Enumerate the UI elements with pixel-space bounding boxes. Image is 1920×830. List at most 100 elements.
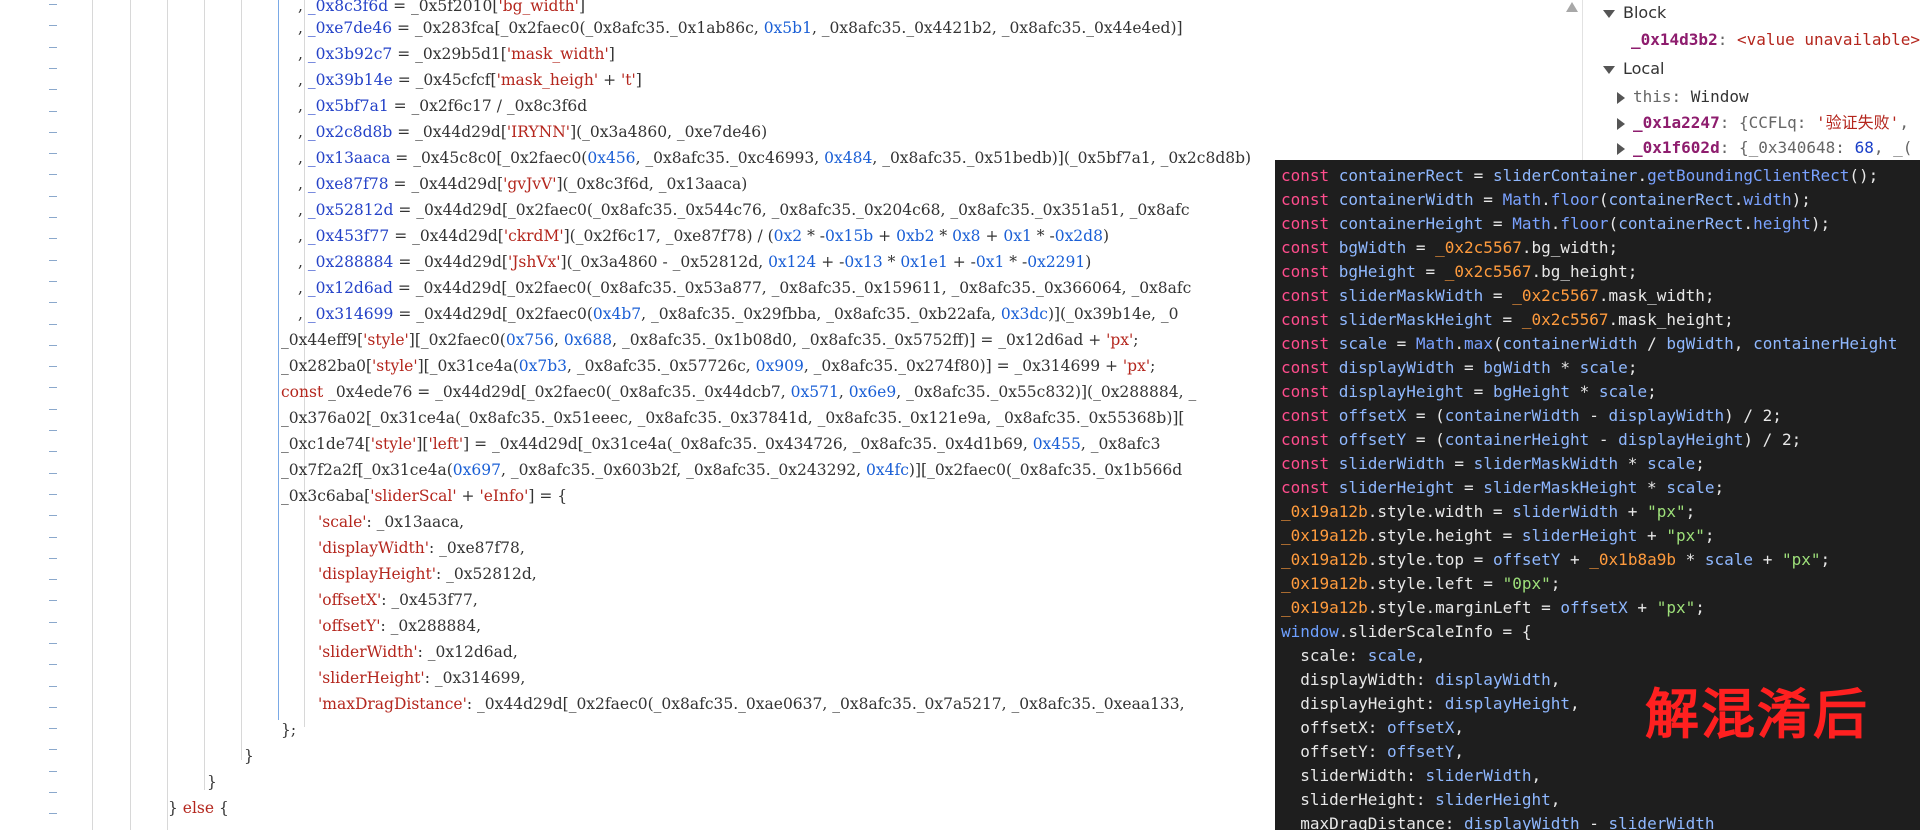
code-token: _0x39b14e (307, 71, 393, 89)
code-token: = (392, 19, 415, 37)
gutter-fold-marker (49, 174, 57, 175)
deobfuscated-code-line: window.sliderScaleInfo = { (1281, 620, 1531, 644)
code-line: , _0x5bf7a1 = _0x2f6c17 / _0x8c3f6d (298, 93, 587, 119)
code-token: _0x376a02[_0x31ce4a(_0x8afc35._0x51eeec,… (281, 409, 1185, 427)
code-token: 'offsetX' (318, 591, 382, 609)
deobfuscated-code-line: _0x19a12b.style.left = "0px"; (1281, 572, 1560, 596)
code-token: containerWidth (1502, 334, 1638, 353)
deobfuscated-code-line: const sliderMaskHeight = _0x2c5567.mask_… (1281, 308, 1734, 332)
code-token: + (873, 227, 897, 245)
gutter-fold-marker (49, 579, 57, 580)
code-token: = (392, 123, 416, 141)
code-token: = (1386, 334, 1416, 353)
code-token: sliderWidth (1608, 814, 1715, 830)
gutter-fold-marker (49, 47, 57, 48)
code-token: _0x1b8a9b (1589, 550, 1676, 569)
code-token: , (1550, 790, 1561, 809)
code-token: ) (1085, 253, 1092, 271)
gutter-fold-marker (49, 4, 57, 5)
deobfuscated-code-line: _0x19a12b.style.width = sliderWidth + "p… (1281, 500, 1695, 524)
code-token: offsetX (1386, 718, 1455, 737)
code-token: 'IRYNN' (506, 123, 571, 141)
code-token: = (1473, 190, 1503, 209)
code-token: - (1589, 430, 1619, 449)
code-token: , (1550, 670, 1561, 689)
code-token: _0x2c5567 (1444, 262, 1532, 281)
code-line: } (207, 769, 217, 795)
code-token: } (244, 747, 254, 765)
code-token: + (1753, 550, 1782, 569)
code-token: _0x288884 (307, 253, 394, 271)
scope-panel: Block _0x14d3b2: <value unavailable> Loc… (1582, 0, 1920, 170)
scope-local-header[interactable]: Local (1603, 56, 1664, 82)
code-token: _0x19a12b (1281, 526, 1368, 545)
code-token: 'sliderWidth' (318, 643, 418, 661)
code-token: _0x453f77 (307, 227, 390, 245)
code-token: displayHeight: (1281, 694, 1445, 713)
code-token: 'mask_width' (506, 45, 609, 63)
code-token: . (1550, 214, 1561, 233)
code-token: _0x44d29d[_0x2faec0(_0x8afc35._0x53a877,… (415, 279, 1192, 297)
code-token: , (554, 331, 564, 349)
code-token: ] (635, 71, 642, 89)
code-token: const (1281, 190, 1339, 209)
code-token: sliderMaskHeight (1338, 310, 1493, 329)
code-token: _0x3c6aba[ (281, 487, 371, 505)
scope-this-variable[interactable]: this: Window (1617, 84, 1749, 110)
gutter-fold-marker (49, 792, 57, 793)
gutter-fold-marker (49, 473, 57, 474)
code-token: , (1570, 694, 1580, 713)
code-token: displayWidth: (1281, 670, 1436, 689)
indent-guide (241, 0, 242, 760)
code-token: , (838, 383, 849, 401)
code-token: _0xe87f78 (307, 175, 389, 193)
code-token: _0x282ba0[ (281, 357, 373, 375)
expand-down-icon (1603, 65, 1615, 74)
code-token: Math (1502, 190, 1542, 209)
code-token: containerRect (1618, 214, 1744, 233)
code-token: scale (1647, 454, 1696, 473)
gutter-fold-marker (49, 494, 57, 495)
code-line: , _0x3b92c7 = _0x29b5d1['mask_width'] (298, 41, 615, 67)
code-token: ; (1704, 526, 1715, 545)
code-token: ; (1695, 598, 1705, 617)
scope-block-header[interactable]: Block (1603, 0, 1666, 26)
code-token: 0x2 (773, 227, 803, 245)
code-token: 0x1e1 (900, 253, 948, 271)
code-token: { (214, 799, 229, 817)
code-token: = (1464, 166, 1493, 185)
indent-guide (167, 0, 168, 830)
scope-local-variable-1[interactable]: _0x1a2247: {CCFLq: '验证失败', (1617, 110, 1909, 136)
deobfuscated-code-line: displayWidth: displayWidth, (1281, 668, 1560, 692)
code-line: _0x376a02[_0x31ce4a(_0x8afc35._0x51eeec,… (281, 405, 1184, 431)
code-token: : _0x288884, (380, 617, 482, 635)
code-line: , _0x12d6ad = _0x44d29d[_0x2faec0(_0x8af… (298, 275, 1191, 301)
code-token: ; (1150, 357, 1156, 375)
code-line: 'offsetY': _0x288884, (318, 613, 481, 639)
code-token: 'style' (363, 331, 409, 349)
code-token: . (1541, 190, 1551, 209)
code-token: ) / 2; (1743, 430, 1802, 449)
code-token: 0x571 (790, 383, 839, 401)
expand-down-icon (1603, 9, 1615, 18)
code-token: containerWidth (1338, 190, 1474, 209)
deobfuscated-code-line: const containerHeight = Math.floor(conta… (1281, 212, 1830, 236)
code-line: 'sliderWidth': _0x12d6ad, (318, 639, 518, 665)
code-line: 'displayHeight': _0x52812d, (318, 561, 537, 587)
code-token: : _0x453f77, (381, 591, 478, 609)
code-token: .style.height = (1367, 526, 1522, 545)
code-token: + (598, 71, 621, 89)
gutter-fold-marker (49, 707, 57, 708)
code-token: 'maxDragDistance' (318, 695, 467, 713)
code-token: Math (1415, 334, 1455, 353)
code-token: displayHeight (1338, 382, 1465, 401)
code-token: * - (1031, 227, 1055, 245)
code-token: , (298, 227, 308, 245)
scroll-up-arrow-icon[interactable] (1566, 2, 1578, 12)
expand-right-icon (1617, 117, 1625, 130)
code-token: 0x3dc (1000, 305, 1048, 323)
code-token: , (298, 97, 308, 115)
scope-block-variable[interactable]: _0x14d3b2: <value unavailable> (1631, 27, 1920, 53)
code-token: _0x5bf7a1 (307, 97, 389, 115)
scope-local-variable-2[interactable]: _0x1f602d: {_0x340648: 68, _( (1617, 135, 1912, 161)
